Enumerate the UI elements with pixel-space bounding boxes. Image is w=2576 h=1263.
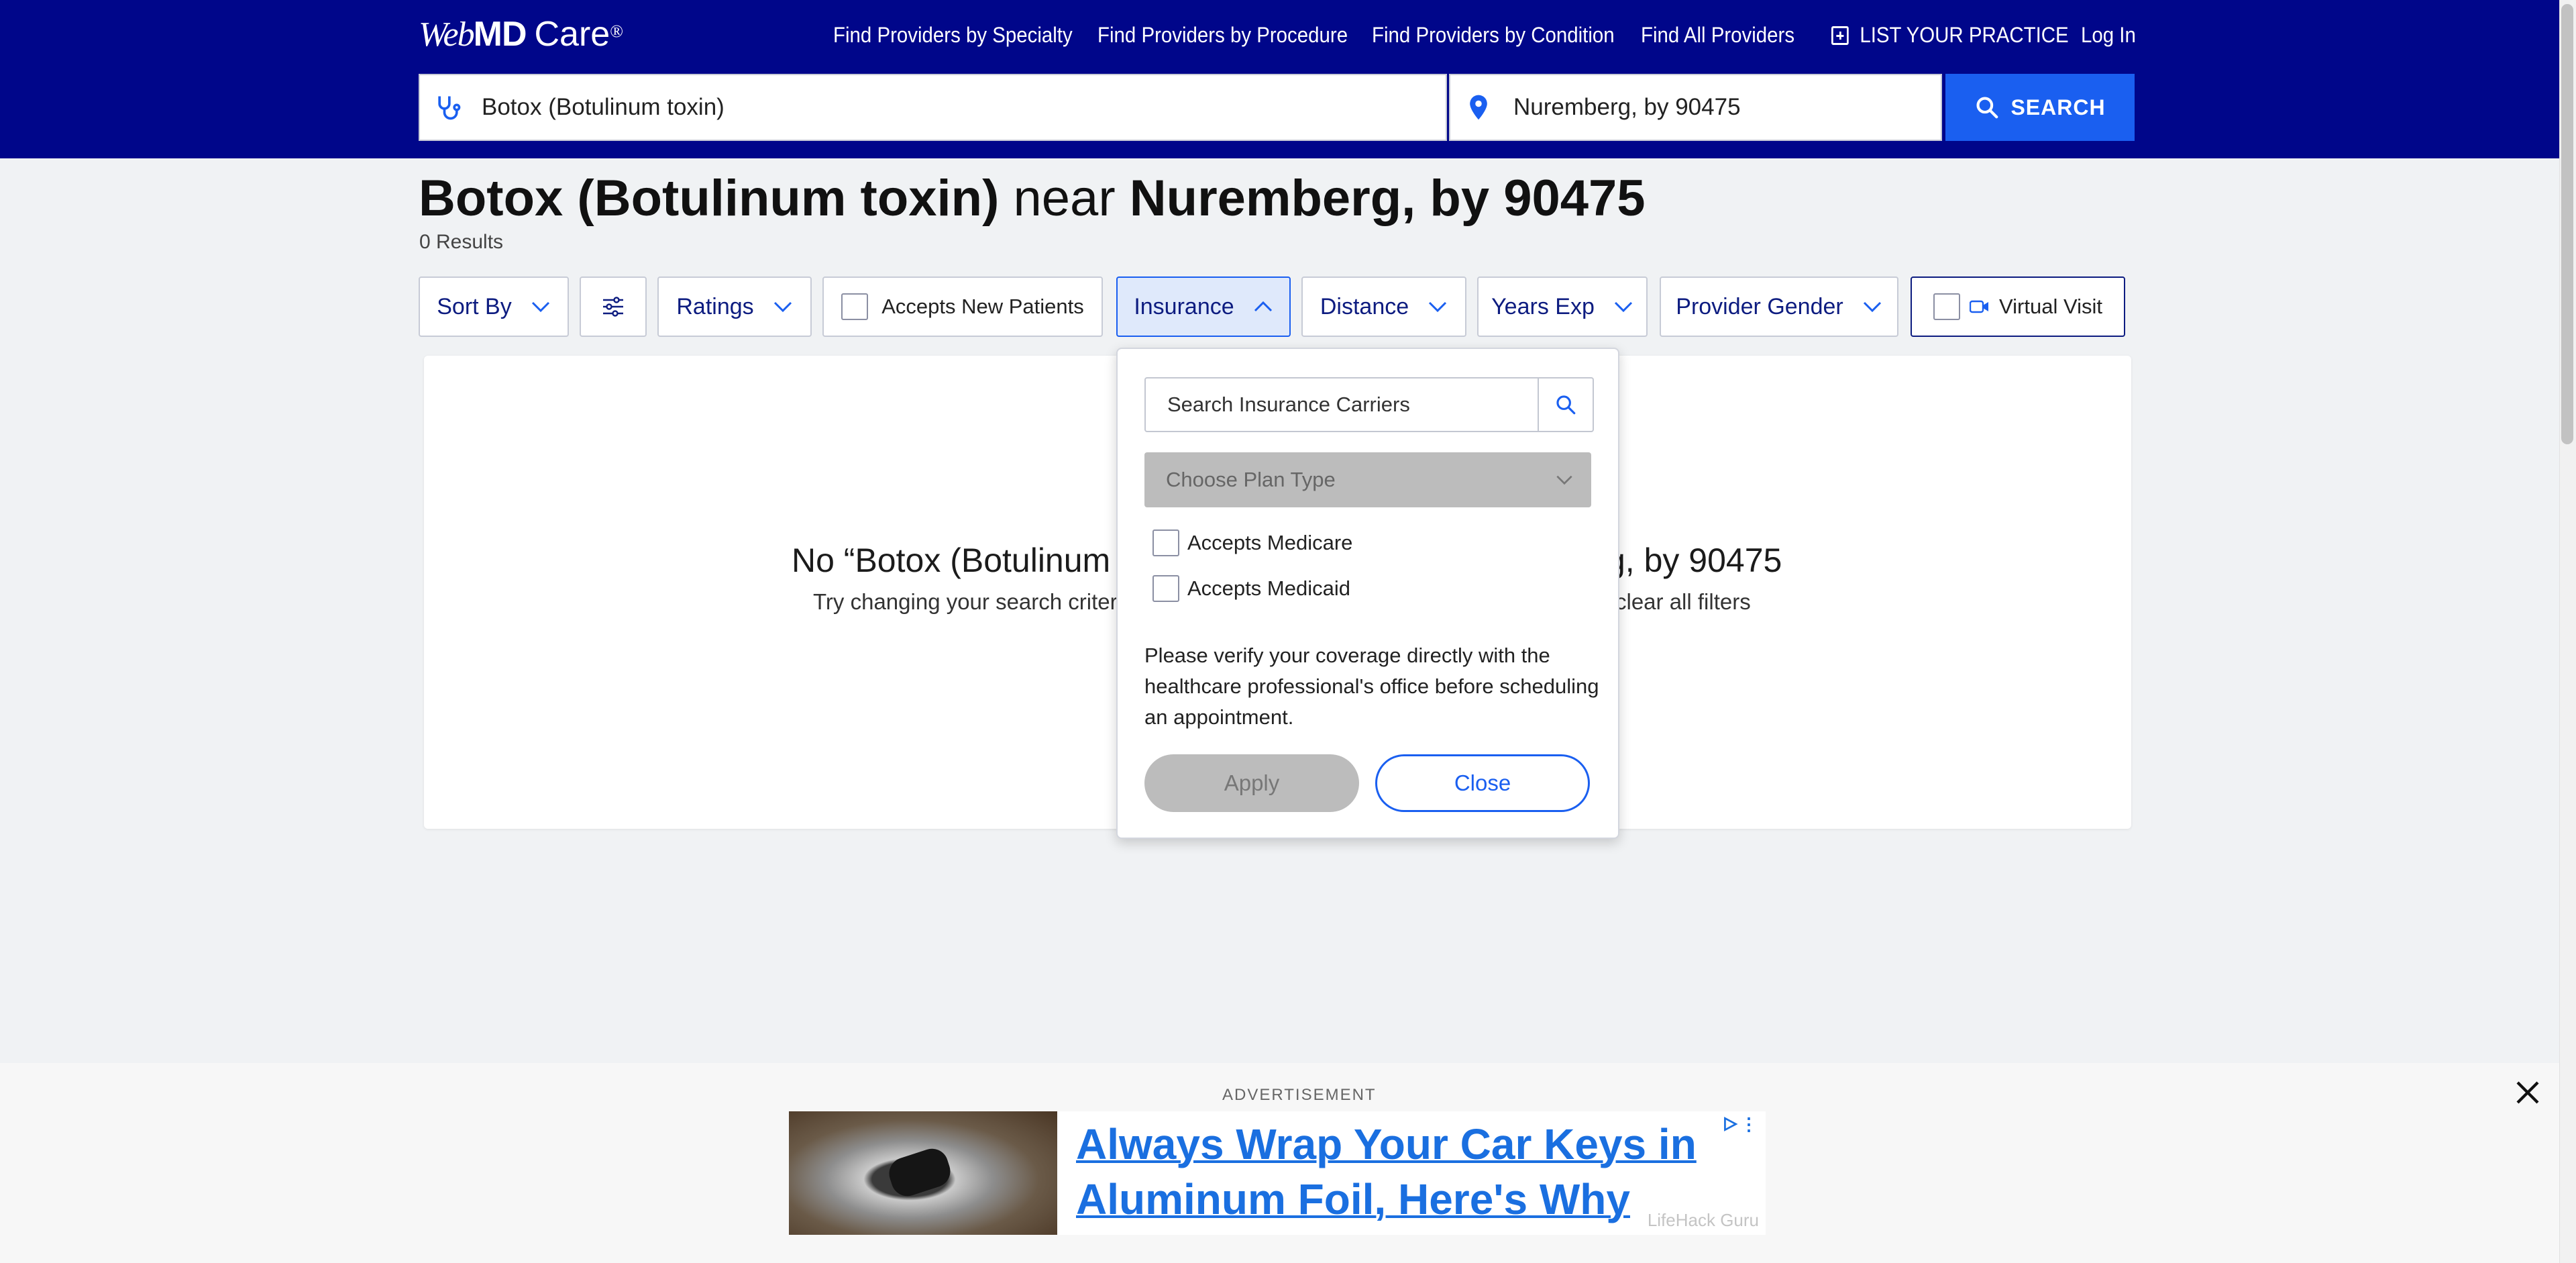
- location-search-input[interactable]: Nuremberg, by 90475: [1449, 74, 1942, 141]
- procedure-search-input[interactable]: Botox (Botulinum toxin): [419, 74, 1447, 141]
- advanced-filters-button[interactable]: [580, 276, 647, 337]
- chevron-down-icon: [1556, 475, 1572, 485]
- plan-type-select[interactable]: Choose Plan Type: [1144, 452, 1591, 507]
- location-search-value: Nuremberg, by 90475: [1513, 94, 1741, 120]
- ad-source: LifeHack Guru: [1647, 1210, 1759, 1230]
- virtual-visit-checkbox[interactable]: [1933, 293, 1961, 320]
- plus-square-icon: [1831, 26, 1849, 45]
- insurance-carrier-search-input[interactable]: Search Insurance Carriers: [1144, 377, 1539, 432]
- sort-by-dropdown[interactable]: Sort By: [419, 276, 569, 337]
- ad-label: ADVERTISEMENT: [1222, 1086, 1377, 1104]
- virtual-visit-filter[interactable]: Virtual Visit: [1911, 276, 2125, 337]
- nav-log-in[interactable]: Log In: [2081, 20, 2136, 50]
- ratings-dropdown[interactable]: Ratings: [657, 276, 812, 337]
- ad-headline[interactable]: Always Wrap Your Car Keys in Aluminum Fo…: [1076, 1117, 1720, 1227]
- chevron-down-icon: [1429, 301, 1447, 313]
- plan-type-select-arrow[interactable]: [1543, 452, 1586, 507]
- location-pin-icon: [1470, 95, 1487, 120]
- clear-all-filters-link[interactable]: clear all filters: [1615, 589, 1751, 615]
- page-title: Botox (Botulinum toxin) near Nuremberg, …: [419, 170, 1646, 227]
- nav-find-all-providers[interactable]: Find All Providers: [1641, 20, 1794, 50]
- no-results-suggestion: Try changing your search criteria,: [813, 589, 1141, 614]
- accepts-medicaid-checkbox[interactable]: [1152, 575, 1179, 602]
- no-results-title: No “Botox (Botulinum to: [792, 542, 1148, 579]
- close-button[interactable]: Close: [1375, 754, 1590, 812]
- search-icon: [1976, 97, 1998, 119]
- webmd-care-logo[interactable]: WebMD Care®: [419, 15, 623, 54]
- nav-find-by-condition[interactable]: Find Providers by Condition: [1372, 20, 1615, 50]
- video-camera-icon: [1970, 300, 1989, 313]
- years-exp-dropdown[interactable]: Years Exp: [1477, 276, 1648, 337]
- chevron-down-icon: [1863, 301, 1881, 313]
- coverage-disclaimer: Please verify your coverage directly wit…: [1144, 644, 1599, 729]
- accepts-medicare-option[interactable]: Accepts Medicare: [1152, 529, 1352, 557]
- procedure-search-value: Botox (Botulinum toxin): [482, 94, 724, 120]
- site-header: WebMD Care® Find Providers by Specialty F…: [0, 0, 2559, 158]
- scrollbar-thumb[interactable]: [2561, 4, 2573, 444]
- nav-list-your-practice[interactable]: LIST YOUR PRACTICE: [1831, 20, 2069, 50]
- insurance-dropdown-panel: Search Insurance Carriers Choose Plan Ty…: [1116, 348, 1619, 839]
- nav-find-by-specialty[interactable]: Find Providers by Specialty: [833, 20, 1073, 50]
- sliders-icon: [603, 297, 623, 317]
- stethoscope-icon: [438, 96, 461, 120]
- chevron-down-icon: [773, 301, 792, 313]
- insurance-search-button[interactable]: [1539, 377, 1594, 432]
- insurance-dropdown[interactable]: Insurance: [1116, 276, 1291, 337]
- results-count: 0 Results: [419, 231, 504, 253]
- nav-find-by-procedure[interactable]: Find Providers by Procedure: [1097, 20, 1348, 50]
- close-ad-icon[interactable]: [2509, 1074, 2546, 1111]
- accepts-medicare-checkbox[interactable]: [1152, 529, 1179, 556]
- chevron-up-icon: [1254, 301, 1272, 312]
- more-options-icon[interactable]: ⋮: [1740, 1114, 1758, 1135]
- no-results-title-end: g, by 90475: [1607, 542, 1782, 579]
- chevron-down-icon: [531, 301, 549, 313]
- ad-choices-icon[interactable]: [1721, 1115, 1739, 1133]
- ad-unit[interactable]: Always Wrap Your Car Keys in Aluminum Fo…: [789, 1111, 1766, 1235]
- distance-dropdown[interactable]: Distance: [1301, 276, 1466, 337]
- search-button[interactable]: SEARCH: [1945, 74, 2135, 141]
- search-icon: [1556, 395, 1576, 415]
- apply-button[interactable]: Apply: [1144, 754, 1359, 812]
- accepts-medicaid-option[interactable]: Accepts Medicaid: [1152, 574, 1350, 603]
- accepts-new-patients-filter[interactable]: Accepts New Patients: [822, 276, 1103, 337]
- ad-image: [789, 1111, 1057, 1235]
- provider-gender-dropdown[interactable]: Provider Gender: [1660, 276, 1898, 337]
- accepts-new-patients-checkbox[interactable]: [841, 293, 869, 320]
- chevron-down-icon: [1614, 301, 1632, 313]
